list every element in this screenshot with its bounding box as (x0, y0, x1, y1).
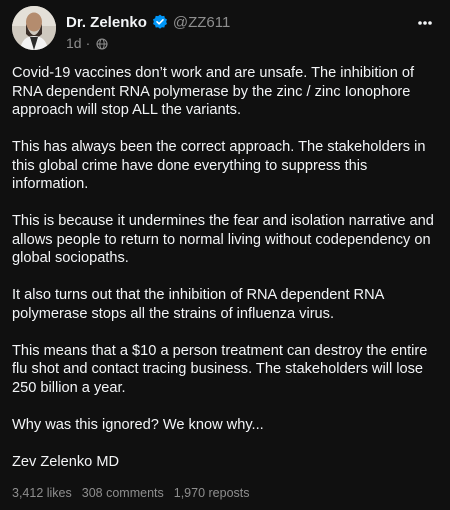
post-paragraph: This is because it undermines the fear a… (12, 213, 434, 266)
post-card: Dr. Zelenko @ZZ611 1d · Covid-19 vaccine… (0, 0, 450, 510)
post-paragraph: This means that a $10 a person treatment… (12, 342, 428, 396)
author-display-name[interactable]: Dr. Zelenko (66, 14, 147, 31)
post-meta: 1d · (66, 34, 108, 52)
more-options-icon[interactable] (414, 12, 436, 34)
post-paragraph: This has always been the correct approac… (12, 139, 426, 192)
post-stats: 3,412 likes 308 comments 1,970 reposts (12, 486, 250, 500)
globe-icon (96, 37, 108, 50)
author-handle[interactable]: @ZZ611 (173, 14, 230, 31)
post-timestamp[interactable]: 1d (66, 35, 82, 51)
reposts-count[interactable]: 1,970 reposts (174, 486, 250, 500)
post-paragraph: Covid-19 vaccines don’t work and are uns… (12, 65, 415, 118)
post-paragraph: Why was this ignored? We know why... (12, 416, 264, 433)
post-paragraph: It also turns out that the inhibition of… (12, 287, 384, 322)
meta-separator: · (85, 35, 91, 51)
avatar-photo-icon (12, 6, 56, 50)
comments-count[interactable]: 308 comments (82, 486, 164, 500)
author-name-row: Dr. Zelenko @ZZ611 (66, 11, 230, 33)
likes-count[interactable]: 3,412 likes (12, 486, 72, 500)
post-body: Covid-19 vaccines don’t work and are uns… (12, 64, 436, 490)
post-signature: Zev Zelenko MD (12, 453, 120, 470)
author-avatar[interactable] (12, 6, 56, 50)
verified-badge-icon (152, 14, 168, 30)
post-header: Dr. Zelenko @ZZ611 1d · (12, 6, 438, 54)
